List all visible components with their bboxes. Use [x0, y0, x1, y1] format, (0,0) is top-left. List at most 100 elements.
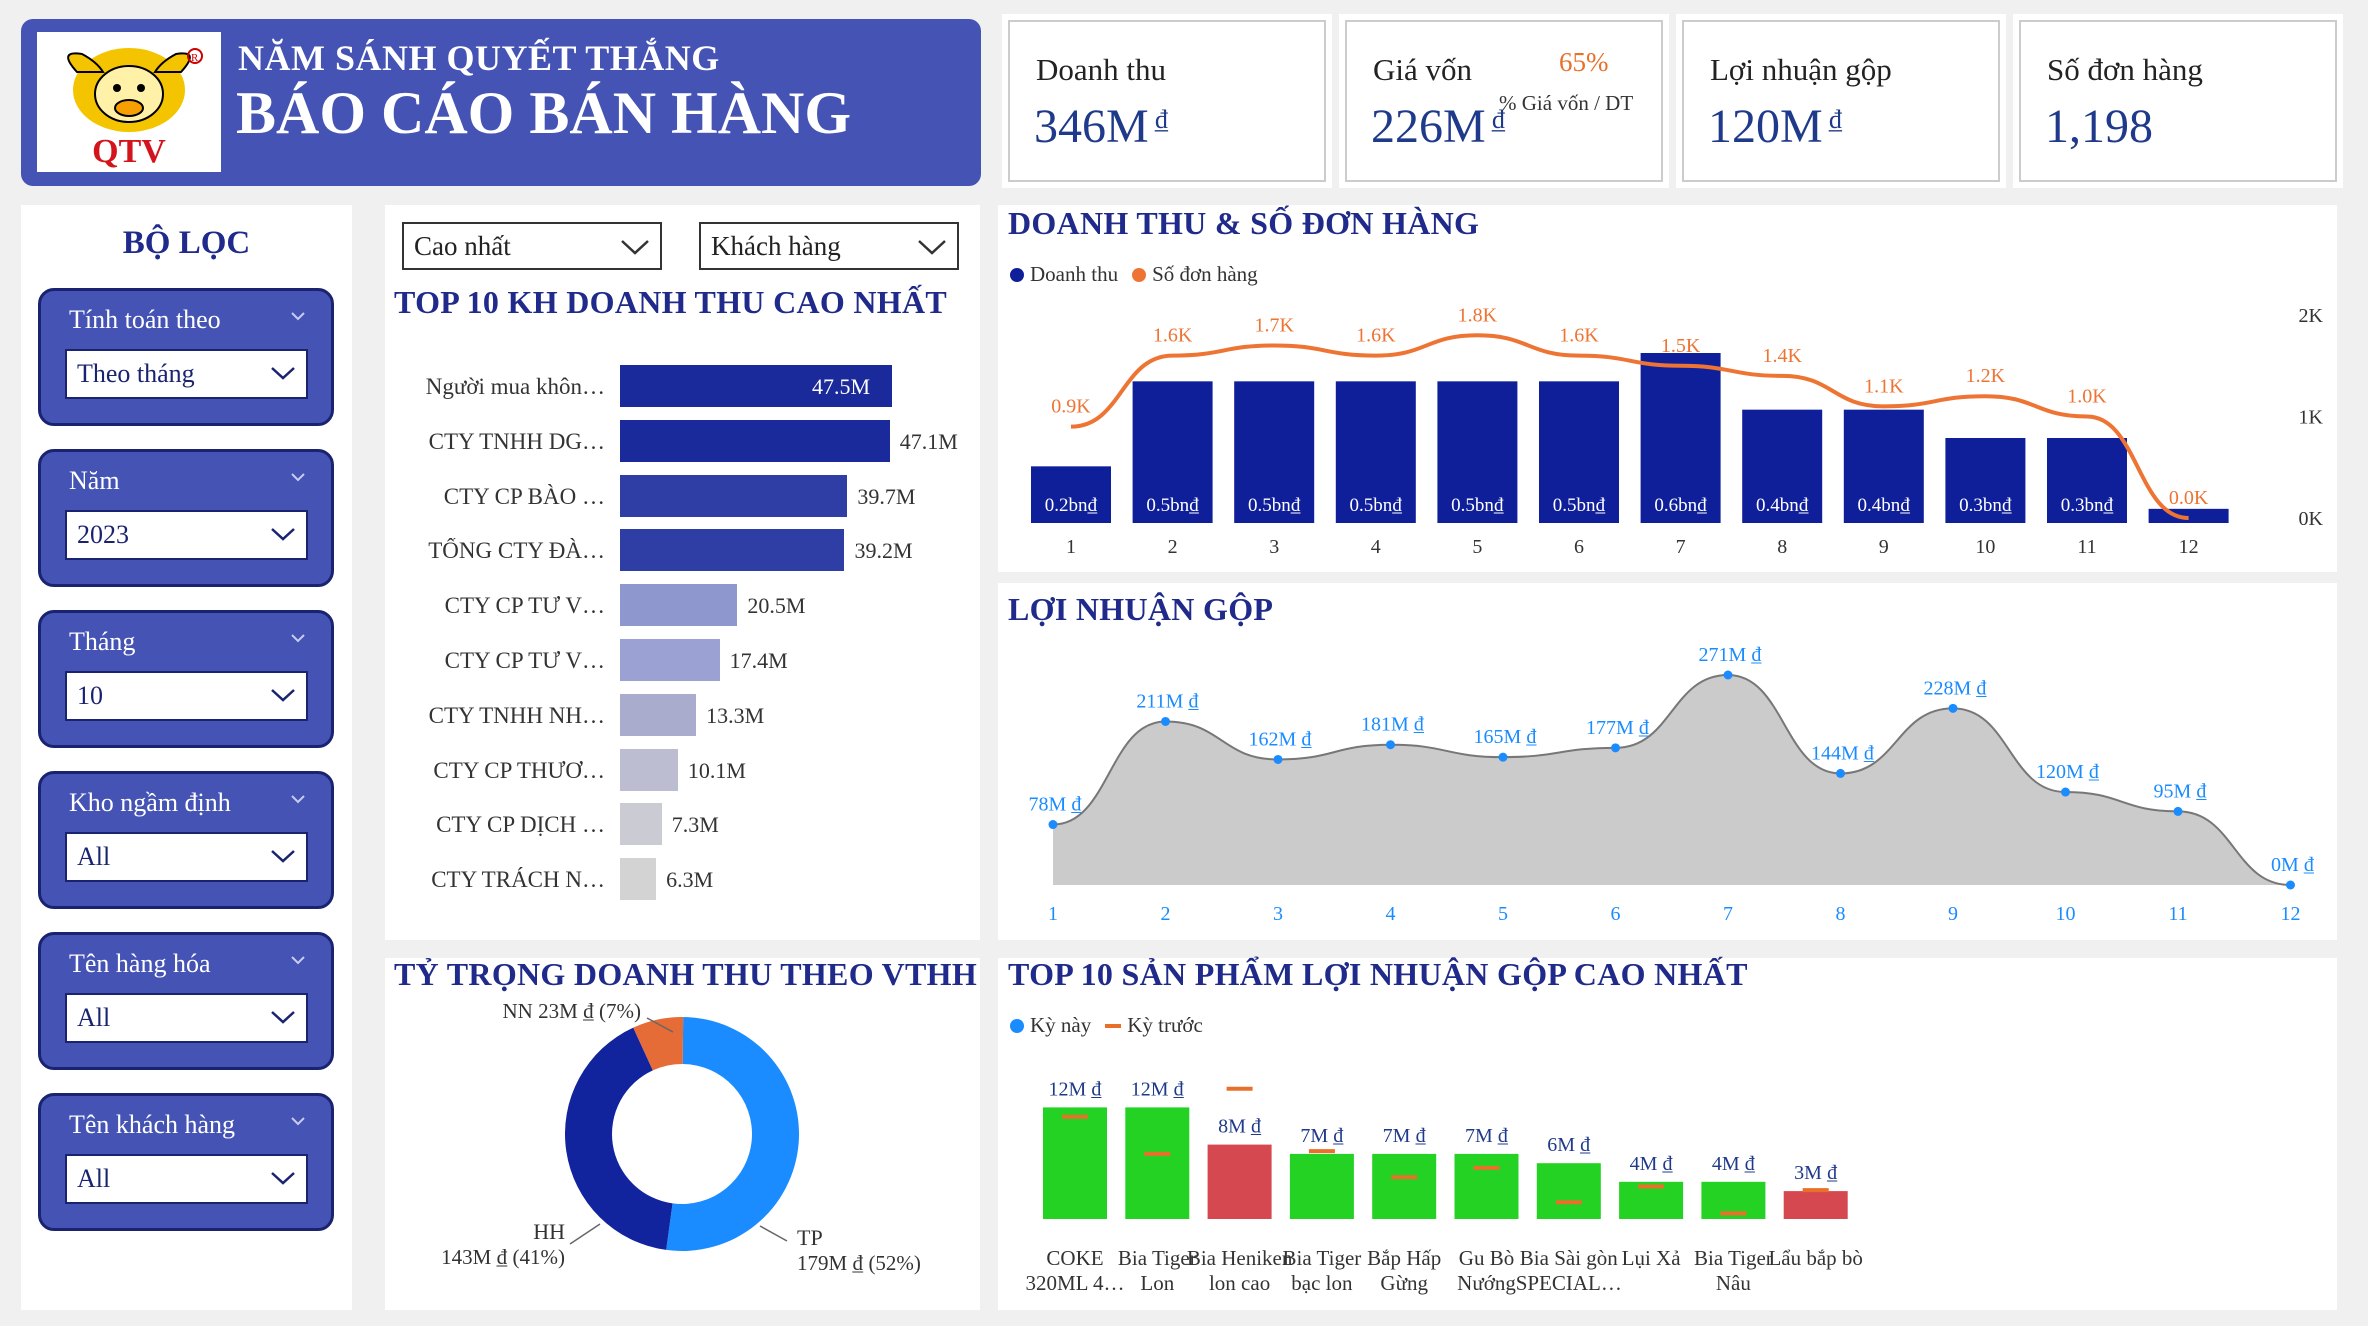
collapse-chevron-icon[interactable] [291, 953, 305, 967]
data-point[interactable] [1836, 768, 1845, 778]
data-point[interactable] [2061, 787, 2070, 797]
data-point[interactable] [1611, 743, 1620, 753]
orders-label: 0.9K [1051, 396, 1091, 418]
customer-bar[interactable] [620, 639, 720, 681]
product-category-label: Gu Bò [1459, 1246, 1514, 1270]
product-value-label: 4M ₫ [1712, 1153, 1756, 1175]
logo-text: QTV [92, 133, 166, 170]
product-category-label: Bia Sài gòn [1520, 1246, 1618, 1270]
product-bar[interactable] [1289, 1153, 1354, 1219]
x-tick-label: 8 [1777, 536, 1787, 558]
x-tick-label: 9 [1948, 903, 1958, 925]
x-tick-label: 5 [1472, 536, 1482, 558]
product-category-label: bạc lon [1291, 1271, 1353, 1295]
customer-bar[interactable] [620, 858, 657, 901]
data-point[interactable] [1048, 820, 1058, 830]
filter-slicer[interactable]: Tên khách hàng All [38, 1093, 334, 1231]
collapse-chevron-icon[interactable] [291, 309, 305, 323]
customer-bar[interactable] [620, 529, 845, 572]
collapse-chevron-icon[interactable] [291, 470, 305, 484]
customer-bar[interactable] [620, 748, 678, 791]
point-label: 0M ₫ [2271, 854, 2315, 876]
revenue-bar-label: 0.3bn₫ [1959, 495, 2012, 516]
data-point[interactable] [1498, 752, 1508, 762]
collapse-chevron-icon[interactable] [291, 631, 305, 645]
customer-bar[interactable] [620, 693, 697, 736]
customer-bar[interactable] [620, 803, 662, 846]
company-logo: R QTV [37, 32, 221, 172]
collapse-chevron-icon[interactable] [291, 1114, 305, 1128]
filter-value: 2023 [77, 520, 129, 549]
top-products-panel: TOP 10 SẢN PHẨM LỢI NHUẬN GỘP CAO NHẤT K… [998, 956, 2337, 1310]
data-point[interactable] [1386, 740, 1395, 750]
filter-slicer[interactable]: Kho ngầm định All [38, 771, 334, 909]
filter-dropdown[interactable]: 2023 [65, 510, 308, 560]
kpi-value: 120M ₫ [1708, 100, 1843, 153]
data-point[interactable] [1948, 703, 1958, 713]
filter-slicer[interactable]: Năm 2023 [38, 449, 334, 587]
customer-value-label: 20.5M [747, 593, 806, 619]
product-bar[interactable] [1207, 1144, 1272, 1219]
filter-dropdown[interactable]: All [65, 993, 308, 1043]
donut-chart: NN 23M ₫ (7%) TP179M ₫ (52%) HH143M ₫ (41%… [441, 999, 921, 1275]
filter-dropdown[interactable]: All [65, 1154, 308, 1204]
x-tick-label: 7 [1723, 903, 1733, 925]
product-value-label: 12M ₫ [1131, 1078, 1185, 1100]
orders-label: 1.4K [1762, 345, 1802, 367]
kpi-gross-profit: Lợi nhuận gộp 120M ₫ [1682, 20, 2000, 182]
data-point[interactable] [1161, 716, 1170, 726]
customer-value-label: 17.4M [729, 648, 788, 673]
x-tick-label: 4 [1386, 903, 1396, 925]
filter-slicer[interactable]: Tháng 10 [38, 610, 334, 748]
data-point[interactable] [2173, 806, 2183, 816]
kpi-orders: Số đơn hàng 1,198 [2019, 20, 2337, 182]
point-label: 177M ₫ [1586, 717, 1650, 739]
customer-name: CTY CP TƯ V… [444, 648, 605, 673]
data-point[interactable] [1273, 754, 1283, 764]
product-category-label: Bia Tiger [1118, 1246, 1197, 1270]
collapse-chevron-icon[interactable] [291, 792, 305, 806]
product-bar-chart: 12M ₫COKE320ML 4…12M ₫Bia TigerLon8M ₫Bi… [1026, 1078, 1863, 1295]
filter-label: Tên hàng hóa [69, 949, 211, 978]
data-point[interactable] [2286, 880, 2295, 890]
product-bar[interactable] [1536, 1163, 1601, 1219]
point-label: 211M ₫ [1136, 690, 1199, 712]
product-bar[interactable] [1372, 1153, 1437, 1219]
filter-label: Tên khách hàng [69, 1110, 236, 1139]
y-axis-tick: 2K [2299, 305, 2324, 327]
orders-label: 1.6K [1356, 325, 1396, 347]
area-chart: 78M ₫ 1 211M ₫ 2 162M ₫ 3 181M ₫ 4 165M ₫ 5 177M ₫… [1028, 644, 2315, 925]
svg-text:R: R [191, 52, 199, 64]
header-subtitle: NĂM SÁNH QUYẾT THẮNG [238, 38, 720, 78]
product-value-label: 7M ₫ [1300, 1125, 1344, 1147]
x-tick-label: 3 [1269, 536, 1279, 558]
filter-slicer[interactable]: Tên hàng hóa All [38, 932, 334, 1070]
filter-dropdown[interactable]: All [65, 832, 308, 882]
filter-dropdown[interactable]: Theo tháng [65, 349, 308, 399]
product-value-label: 8M ₫ [1218, 1116, 1262, 1138]
filter-dropdown[interactable]: 10 [65, 671, 308, 721]
customer-bar[interactable] [620, 584, 738, 627]
filter-panel-title: BỘ LỌC [122, 225, 251, 261]
product-bar[interactable] [1783, 1191, 1848, 1219]
customer-bar[interactable] [620, 419, 890, 462]
filter-slicer[interactable]: Tính toán theo Theo tháng [38, 288, 334, 426]
product-bar[interactable] [1043, 1107, 1107, 1219]
customer-value-label: 7.3M [671, 812, 719, 838]
revenue-bar[interactable] [2148, 508, 2229, 523]
filter-value: Theo tháng [77, 359, 195, 388]
x-tick-label: 10 [2056, 903, 2076, 925]
donut-slice[interactable] [666, 1017, 799, 1251]
customer-bar[interactable] [620, 474, 848, 517]
customer-value-label: 39.7M [857, 483, 916, 509]
product-value-label: 4M ₫ [1630, 1153, 1674, 1175]
product-bar[interactable] [1454, 1153, 1519, 1219]
customer-name: TỔNG CTY ĐÀ… [428, 538, 605, 564]
orders-label: 0.0K [2169, 487, 2209, 509]
filter-value: All [77, 1164, 111, 1193]
customer-value-label: 39.2M [854, 538, 913, 564]
filter-label: Kho ngầm định [69, 788, 231, 817]
product-bar[interactable] [1125, 1107, 1190, 1219]
revenue-bar-label: 0.4bn₫ [1858, 495, 1911, 516]
data-point[interactable] [1723, 670, 1733, 680]
